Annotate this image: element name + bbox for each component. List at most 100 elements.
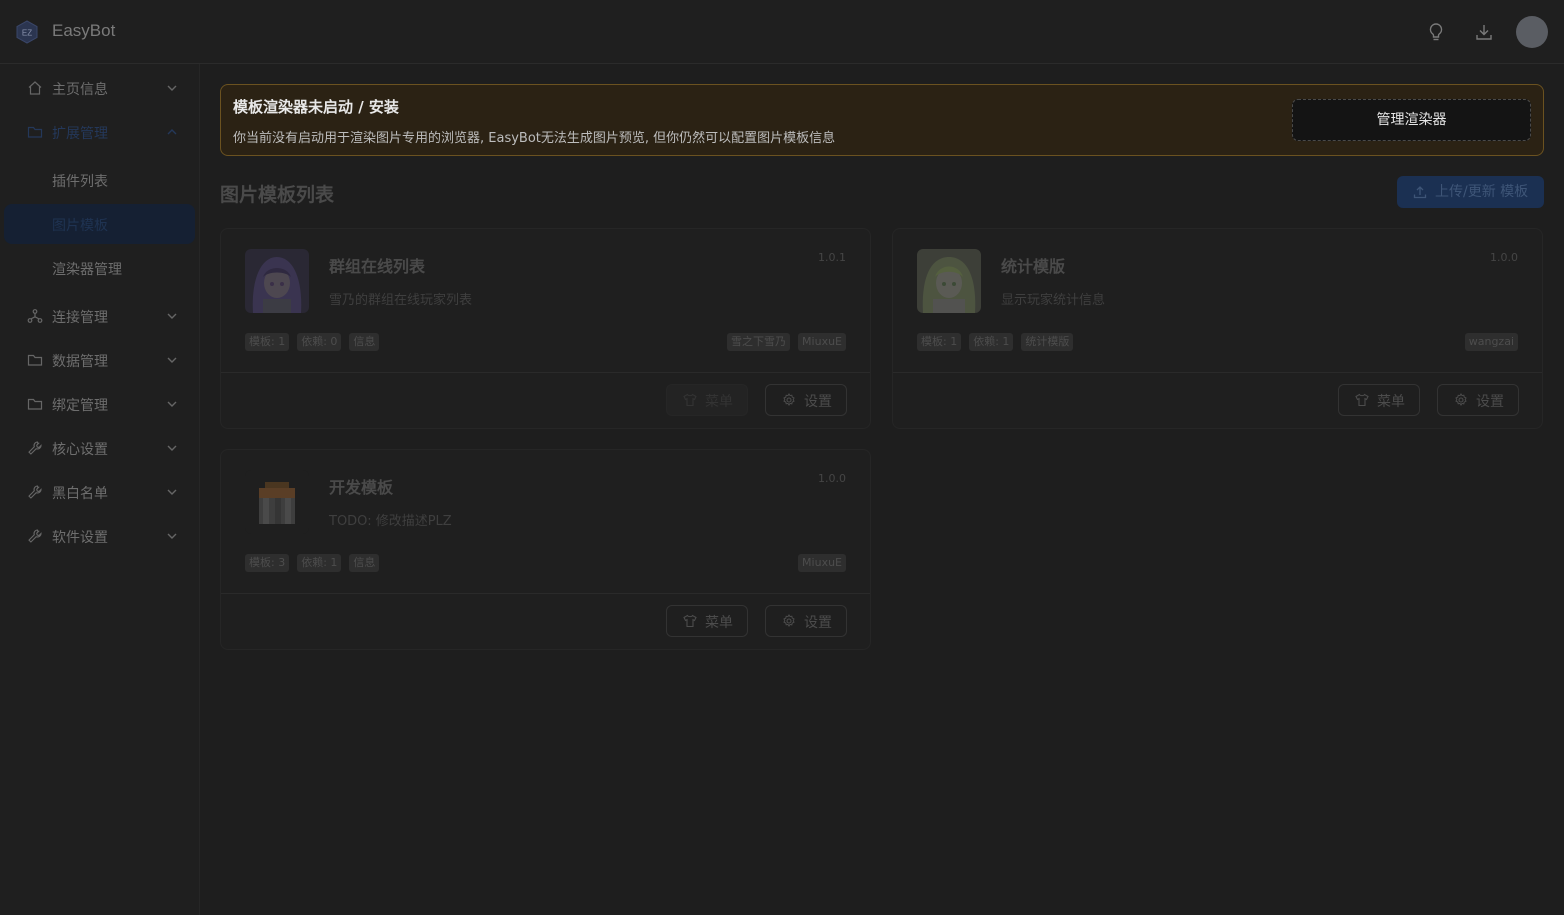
shirt-icon: [1355, 393, 1369, 407]
template-meta-tags: 模板: 1 依赖: 1 统计模版: [917, 333, 1074, 351]
wrench-icon: [28, 529, 42, 543]
template-author-tags: MiuxuE: [798, 554, 846, 572]
sidebar-item-label: 主页信息: [52, 82, 108, 98]
shirt-icon: [683, 614, 697, 628]
folder-icon: [27, 398, 43, 410]
menu-button[interactable]: 菜单: [666, 384, 748, 416]
wrench-icon: [28, 441, 42, 455]
svg-text:EZ: EZ: [22, 29, 32, 38]
template-thumbnail: [245, 470, 309, 534]
sidebar-item-label: 连接管理: [52, 310, 108, 326]
template-card: 群组在线列表 雪乃的群组在线玩家列表 1.0.1 模板: 1 依赖: 0 信息 …: [220, 228, 871, 429]
sidebar-item-label: 软件设置: [52, 530, 108, 546]
sidebar-item-label: 核心设置: [52, 442, 108, 458]
divider: [221, 593, 870, 594]
tag: 模板: 1: [917, 333, 962, 351]
page-title: 图片模板列表: [220, 184, 335, 206]
sidebar-item-software-settings[interactable]: 软件设置: [4, 516, 195, 556]
folder-icon: [27, 354, 43, 366]
sidebar-item-label: 图片模板: [52, 218, 108, 234]
gear-icon: [1455, 393, 1467, 406]
settings-button[interactable]: 设置: [765, 605, 847, 637]
sidebar-item-bindings[interactable]: 绑定管理: [4, 384, 195, 424]
template-description: TODO: 修改描述PLZ: [329, 514, 452, 529]
network-icon: [27, 309, 43, 323]
template-thumbnail: [245, 249, 309, 313]
download-icon[interactable]: [1474, 22, 1494, 42]
tag: 依赖: 1: [969, 333, 1014, 351]
settings-button-label: 设置: [1476, 394, 1504, 410]
settings-button[interactable]: 设置: [765, 384, 847, 416]
upload-icon: [1413, 186, 1427, 199]
sidebar-item-extensions[interactable]: 扩展管理: [4, 112, 195, 152]
template-description: 显示玩家统计信息: [1001, 293, 1106, 308]
sidebar-item-label: 扩展管理: [52, 126, 108, 142]
sidebar-item-label: 数据管理: [52, 354, 108, 370]
tag: 模板: 1: [245, 333, 290, 351]
chevron-down-icon: [167, 533, 177, 539]
sidebar-item-core-settings[interactable]: 核心设置: [4, 428, 195, 468]
settings-button-label: 设置: [804, 615, 832, 631]
sidebar-item-allowlist[interactable]: 黑白名单: [4, 472, 195, 512]
template-version: 1.0.1: [818, 251, 846, 264]
tag: 统计模版: [1021, 333, 1074, 351]
sidebar-item-connections[interactable]: 连接管理: [4, 296, 195, 336]
gear-icon: [783, 614, 795, 627]
template-meta-tags: 模板: 3 依赖: 1 信息: [245, 554, 380, 572]
settings-button[interactable]: 设置: [1437, 384, 1519, 416]
sidebar-item-data[interactable]: 数据管理: [4, 340, 195, 380]
template-title: 开发模板: [329, 478, 394, 497]
tag: 模板: 3: [245, 554, 290, 572]
renderer-warning-alert: 模板渲染器未启动 / 安装 你当前没有启动用于渲染图片专用的浏览器, EasyB…: [220, 84, 1544, 156]
template-meta-tags: 模板: 1 依赖: 0 信息: [245, 333, 380, 351]
user-avatar[interactable]: [1516, 16, 1548, 48]
menu-button[interactable]: 菜单: [666, 605, 748, 637]
template-title: 统计模版: [1001, 257, 1066, 276]
gear-icon: [783, 393, 795, 406]
easybot-logo[interactable]: EZ: [16, 20, 38, 44]
menu-button[interactable]: 菜单: [1338, 384, 1420, 416]
alert-description: 你当前没有启动用于渲染图片专用的浏览器, EasyBot无法生成图片预览, 但你…: [233, 131, 836, 146]
author-tag: MiuxuE: [798, 333, 846, 351]
menu-button-label: 菜单: [1377, 394, 1405, 410]
sidebar-item-image-templates[interactable]: 图片模板: [4, 204, 195, 244]
divider: [221, 372, 870, 373]
template-version: 1.0.0: [818, 472, 846, 485]
upload-template-button[interactable]: 上传/更新 模板: [1397, 176, 1544, 208]
template-title: 群组在线列表: [329, 257, 426, 276]
menu-button-label: 菜单: [705, 615, 733, 631]
author-tag: wangzai: [1464, 333, 1518, 351]
alert-title: 模板渲染器未启动 / 安装: [233, 98, 399, 116]
lightbulb-icon[interactable]: [1426, 22, 1446, 42]
settings-button-label: 设置: [804, 394, 832, 410]
tag: 依赖: 0: [297, 333, 342, 351]
manage-renderer-button[interactable]: 管理渲染器: [1292, 99, 1531, 141]
sidebar-item-label: 黑白名单: [52, 486, 108, 502]
folder-icon: [27, 126, 43, 138]
template-description: 雪乃的群组在线玩家列表: [329, 293, 473, 308]
menu-button-label: 菜单: [705, 394, 733, 410]
template-card: 统计模版 显示玩家统计信息 1.0.0 模板: 1 依赖: 1 统计模版 wan…: [892, 228, 1543, 429]
sidebar-item-plugin-list[interactable]: 插件列表: [4, 160, 195, 200]
author-tag: MiuxuE: [798, 554, 846, 572]
template-card: 开发模板 TODO: 修改描述PLZ 1.0.0 模板: 3 依赖: 1 信息 …: [220, 449, 871, 650]
divider: [893, 372, 1542, 373]
chevron-down-icon: [167, 445, 177, 451]
tag: 信息: [349, 333, 380, 351]
sidebar-item-label: 插件列表: [52, 174, 108, 190]
sidebar-item-renderer-management[interactable]: 渲染器管理: [4, 248, 195, 288]
chevron-down-icon: [167, 401, 177, 407]
home-icon: [28, 81, 42, 95]
author-tag: 雪之下雪乃: [727, 333, 791, 351]
template-thumbnail: [917, 249, 981, 313]
sidebar-item-home[interactable]: 主页信息: [4, 68, 195, 108]
chevron-down-icon: [167, 357, 177, 363]
wrench-icon: [28, 485, 42, 499]
chevron-up-icon: [167, 129, 177, 135]
tag: 信息: [349, 554, 380, 572]
sidebar: 主页信息 扩展管理 插件列表 图片模板 渲染器管理 连接管理 数据管理 绑定管理…: [0, 64, 200, 915]
template-author-tags: wangzai: [1464, 333, 1518, 351]
chevron-down-icon: [167, 85, 177, 91]
chevron-down-icon: [167, 489, 177, 495]
shirt-icon: [683, 393, 697, 407]
